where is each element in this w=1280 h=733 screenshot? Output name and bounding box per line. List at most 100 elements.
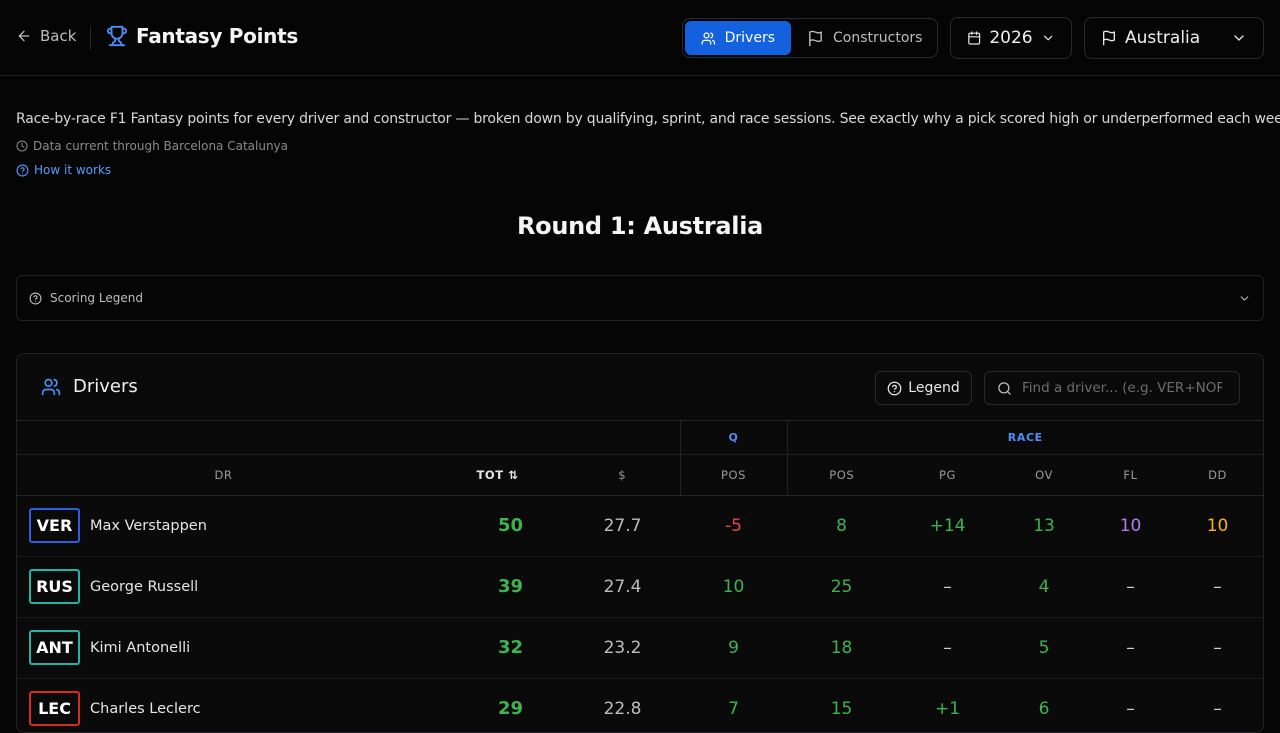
scoring-legend-label: Scoring Legend (50, 291, 143, 305)
overtake-points: 6 (1038, 698, 1050, 719)
users-icon (41, 378, 61, 395)
chevron-down-icon (1043, 35, 1053, 41)
group-header-row: Q RACE (17, 421, 1263, 455)
page-title-text: Fantasy Points (136, 24, 298, 48)
race-pos-points: 15 (830, 698, 853, 719)
col-fl: FL (1089, 454, 1173, 496)
driver-of-day-points: – (1213, 576, 1222, 597)
tab-drivers[interactable]: Drivers (685, 21, 791, 55)
trophy-icon (106, 25, 128, 47)
users-icon (701, 31, 716, 45)
overtake-points: 4 (1038, 576, 1050, 597)
flag-icon (1103, 30, 1115, 46)
drivers-panel-header: Drivers Legend (17, 354, 1263, 421)
clock-icon (16, 140, 28, 152)
total-points: 39 (497, 576, 523, 597)
col-price: $ (565, 454, 681, 496)
scoring-legend-toggle[interactable]: Scoring Legend (16, 275, 1264, 321)
tab-constructors[interactable]: Constructors (791, 21, 938, 55)
driver-code-badge: VER (29, 508, 80, 543)
chevron-down-icon (1234, 35, 1244, 41)
header-divider (90, 26, 91, 50)
drivers-panel: Drivers Legend Q RACE DR TOT ⇅ $ POS (16, 353, 1264, 733)
col-dd: DD (1172, 454, 1263, 496)
arrow-left-icon (18, 30, 30, 42)
race-pos-points: 18 (830, 637, 853, 658)
price: 27.4 (603, 576, 642, 597)
tab-drivers-label: Drivers (724, 30, 775, 46)
chevron-down-icon (1240, 295, 1249, 301)
driver-of-day-points: – (1213, 637, 1222, 658)
group-header-q: Q (679, 421, 788, 455)
total-points: 29 (497, 698, 523, 719)
round-title: Round 1: Australia (516, 212, 764, 240)
fastest-lap-points: – (1126, 698, 1135, 719)
tab-constructors-label: Constructors (833, 30, 923, 46)
driver-of-day-points: 10 (1206, 515, 1229, 536)
data-current-note: Data current through Barcelona Catalunya (16, 139, 288, 153)
drivers-panel-title-text: Drivers (73, 376, 138, 397)
total-points: 32 (497, 637, 523, 658)
col-ov: OV (999, 454, 1090, 496)
price: 23.2 (603, 637, 642, 658)
group-header-race: RACE (786, 421, 1263, 455)
col-race-pos: POS (786, 454, 897, 496)
driver-search (984, 371, 1240, 405)
price: 27.7 (603, 515, 642, 536)
positions-gained-points: – (943, 637, 952, 658)
how-it-works-text: How it works (34, 163, 112, 177)
driver-name: Charles Leclerc (90, 700, 201, 717)
race-pos-points: 25 (830, 576, 853, 597)
race-select[interactable]: Australia (1084, 17, 1264, 59)
fastest-lap-points: 10 (1119, 515, 1142, 536)
race-pos-points: 8 (836, 515, 847, 536)
data-current-text: Data current through Barcelona Catalunya (33, 139, 289, 153)
table-row[interactable]: RUS George Russell 39 27.4 10 25 – 4 – – (17, 556, 1263, 617)
page-title: Fantasy Points (106, 24, 298, 48)
total-points: 50 (497, 515, 523, 536)
q-pos-points: -5 (725, 515, 742, 536)
season-value: 2026 (989, 28, 1033, 48)
positions-gained-points: +14 (929, 515, 966, 536)
table-row[interactable]: ANT Kimi Antonelli 32 23.2 9 18 – 5 – – (17, 617, 1263, 678)
price: 22.8 (603, 698, 642, 719)
driver-of-day-points: – (1213, 698, 1222, 719)
driver-name: Max Verstappen (90, 517, 207, 534)
driver-search-input[interactable] (1022, 380, 1222, 396)
q-pos-points: 7 (728, 698, 739, 719)
legend-button-label: Legend (908, 380, 960, 396)
help-circle-icon (29, 292, 42, 304)
col-driver: DR (17, 454, 430, 496)
view-toggle: Drivers Constructors (682, 18, 938, 58)
driver-code-badge: LEC (29, 691, 80, 726)
back-button[interactable]: Back (16, 27, 76, 45)
how-it-works-link[interactable]: How it works (16, 163, 111, 177)
top-bar: Back Fantasy Points Drivers Constructors… (0, 0, 1280, 76)
flag-icon (809, 30, 822, 46)
season-select[interactable]: 2026 (950, 17, 1072, 59)
column-header-row: DR TOT ⇅ $ POS POS PG OV FL DD (17, 454, 1263, 496)
col-pg: PG (896, 454, 1000, 496)
overtake-points: 5 (1038, 637, 1050, 658)
table-row[interactable]: VER Max Verstappen 50 27.7 -5 8 +14 13 10… (17, 495, 1263, 556)
help-circle-icon (887, 381, 902, 395)
legend-button[interactable]: Legend (875, 371, 972, 405)
group-header-blank (17, 421, 681, 455)
search-icon (998, 381, 1011, 395)
help-circle-icon (16, 164, 29, 176)
positions-gained-points: – (943, 576, 952, 597)
fastest-lap-points: – (1126, 637, 1135, 658)
positions-gained-points: +1 (935, 698, 961, 719)
driver-code-badge: RUS (29, 569, 80, 604)
q-pos-points: 9 (728, 637, 739, 658)
driver-code-badge: ANT (29, 630, 80, 665)
table-row[interactable]: LEC Charles Leclerc 29 22.8 7 15 +1 6 – – (17, 678, 1263, 732)
calendar-icon (968, 31, 981, 45)
q-pos-points: 10 (722, 576, 745, 597)
drivers-table: Q RACE DR TOT ⇅ $ POS POS PG OV FL DD VE… (17, 421, 1263, 732)
drivers-panel-title: Drivers (41, 376, 138, 397)
col-total-sort[interactable]: TOT ⇅ (430, 454, 565, 496)
race-value: Australia (1125, 28, 1201, 48)
driver-name: George Russell (90, 578, 199, 595)
back-label: Back (40, 27, 77, 45)
